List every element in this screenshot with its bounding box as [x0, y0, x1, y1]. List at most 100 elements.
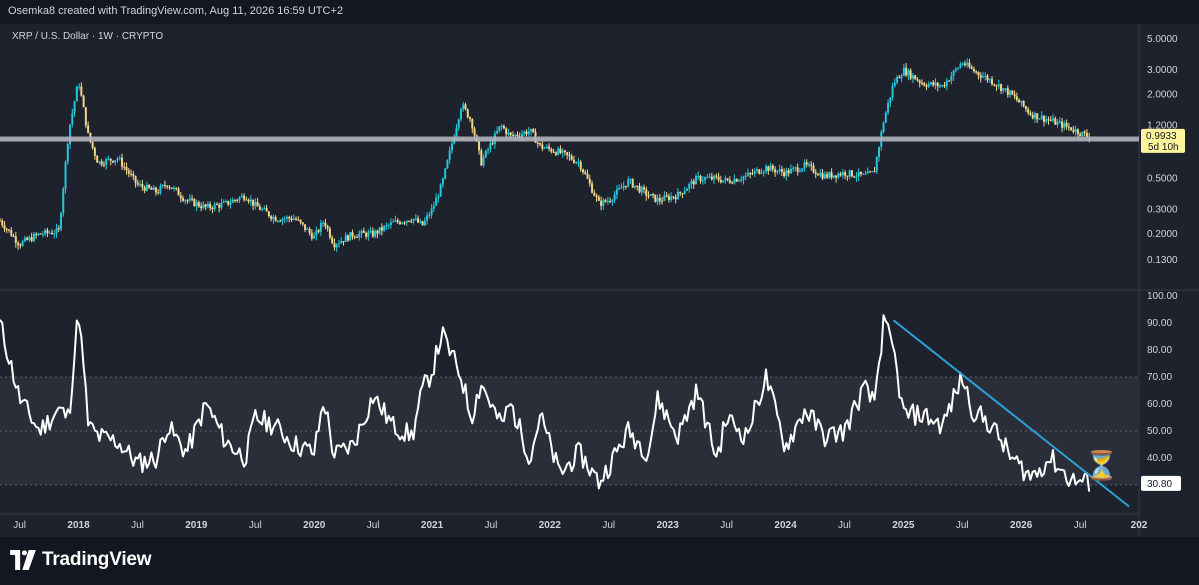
candle-body: [882, 122, 885, 132]
candle-body: [297, 219, 300, 221]
candle-body: [236, 200, 239, 202]
price-tick-label: 0.3000: [1147, 205, 1178, 216]
candle-body: [87, 125, 90, 133]
candle-body: [715, 175, 718, 177]
candle-body: [93, 147, 96, 156]
candle-body: [299, 219, 302, 223]
candle-body: [647, 195, 650, 197]
candle-body: [136, 182, 139, 185]
candle-body: [46, 229, 49, 233]
candle-body: [643, 187, 646, 190]
candle-body: [848, 170, 851, 177]
candle-body: [789, 168, 792, 174]
candle-body: [1022, 100, 1025, 107]
candle-body: [333, 243, 336, 248]
candle-body: [473, 128, 476, 136]
candle-body: [3, 225, 6, 230]
candle-body: [450, 143, 453, 151]
candle-body: [539, 143, 542, 145]
chart-canvas[interactable]: ⏳ 5.00003.00002.00001.20000.50000.30000.…: [0, 24, 1199, 537]
candle-body: [335, 244, 338, 248]
time-tick-label: Jul: [838, 520, 851, 531]
candle-body: [308, 228, 311, 233]
candle-body: [446, 159, 449, 169]
candle-body: [141, 184, 144, 188]
header-bar: Osemka8 created with TradingView.com, Au…: [0, 0, 1199, 24]
candle-body: [850, 170, 853, 177]
candle-body: [412, 218, 415, 222]
candle-body: [84, 107, 87, 126]
candle-body: [245, 199, 248, 201]
candle-body: [419, 221, 422, 223]
candle-body: [600, 200, 603, 206]
candle-body: [1018, 100, 1021, 103]
candle-body: [796, 167, 799, 172]
candle-body: [374, 230, 377, 237]
candle-body: [735, 178, 738, 182]
candle-body: [98, 161, 101, 163]
candle-body: [568, 155, 571, 157]
candle-body: [105, 159, 108, 165]
time-tick-label: Jul: [1074, 520, 1087, 531]
candle-body: [916, 79, 919, 81]
candle-body: [365, 232, 368, 237]
candle-body: [801, 168, 804, 171]
time-tick-label: Jul: [131, 520, 144, 531]
candle-body: [19, 244, 22, 246]
candle-body: [417, 218, 420, 223]
candle-body: [884, 112, 887, 123]
candle-body: [624, 185, 627, 187]
candle-body: [939, 85, 942, 87]
candle-body: [972, 68, 975, 72]
time-tick-label: 2022: [539, 520, 562, 531]
candle-body: [62, 188, 65, 214]
candle-body: [615, 189, 618, 195]
candle-body: [28, 237, 31, 240]
candle-body: [498, 126, 501, 132]
candle-body: [134, 175, 137, 183]
candle-body: [82, 95, 85, 108]
candle-body: [123, 166, 126, 168]
candle-body: [966, 62, 969, 66]
candle-body: [263, 208, 266, 210]
candle-body: [371, 230, 374, 237]
candle-body: [331, 237, 334, 244]
candle-body: [243, 195, 246, 200]
candle-body: [846, 175, 849, 177]
candle-body: [179, 195, 182, 199]
candle-body: [1074, 129, 1077, 132]
candle-body: [340, 241, 343, 244]
candle-body: [55, 228, 58, 234]
candle-body: [1045, 119, 1048, 122]
candle-body: [8, 229, 11, 231]
candle-body: [195, 202, 198, 207]
candle-body: [516, 134, 519, 136]
candle-body: [593, 192, 596, 196]
candle-body: [792, 167, 795, 169]
candle-body: [681, 193, 684, 195]
candle-body: [154, 187, 157, 193]
candle-body: [633, 185, 636, 188]
candle-body: [688, 183, 691, 189]
tradingview-logo[interactable]: TradingView: [10, 549, 152, 571]
candle-body: [462, 104, 465, 110]
price-tick-label: 3.0000: [1147, 65, 1178, 76]
candle-body: [12, 235, 15, 237]
candle-body: [0, 220, 1, 222]
candle-body: [276, 220, 279, 222]
candle-body: [285, 216, 288, 219]
candle-body: [234, 199, 237, 201]
candle-body: [161, 184, 164, 187]
price-tick-label: 0.5000: [1147, 174, 1178, 185]
candle-body: [679, 191, 682, 194]
candle-body: [270, 216, 273, 220]
candle-body: [220, 202, 223, 208]
candle-body: [326, 226, 329, 229]
candle-body: [435, 197, 438, 206]
candle-body: [887, 102, 890, 113]
candle-body: [53, 233, 56, 235]
candle-body: [1083, 131, 1086, 133]
candle-body: [1000, 84, 1003, 91]
candle-body: [5, 229, 8, 231]
candle-body: [559, 148, 562, 153]
